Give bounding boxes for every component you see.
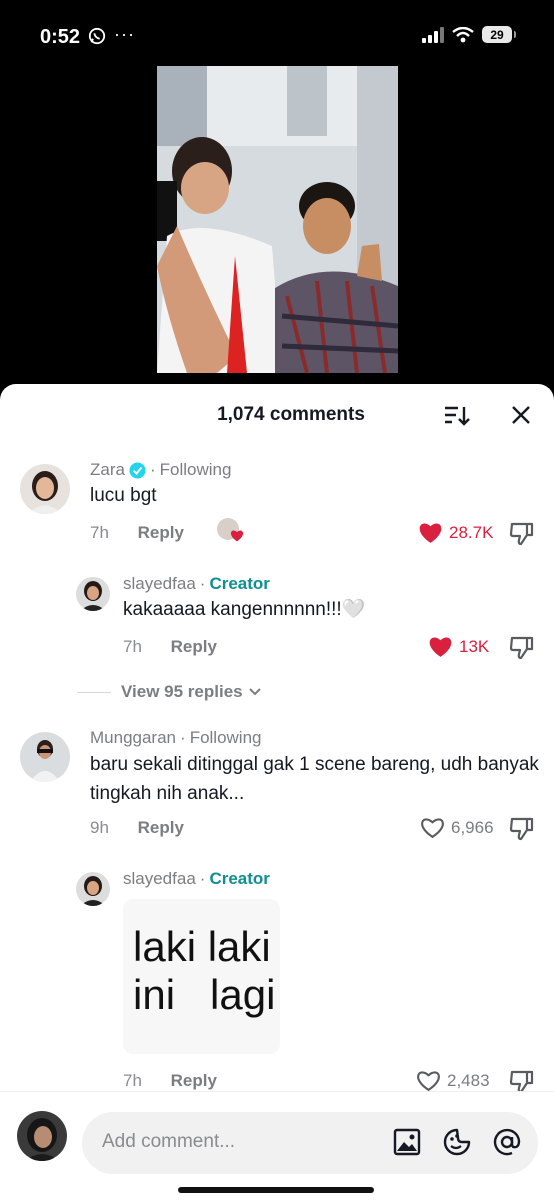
avatar-image — [17, 1111, 67, 1161]
home-indicator — [178, 1187, 374, 1193]
creator-liked-badge — [217, 518, 244, 542]
comment-text: kakaaaaa kangennnnnn!!!🤍 — [123, 599, 366, 620]
chevron-down-icon — [248, 688, 261, 696]
emoji-icon[interactable] — [442, 1127, 472, 1157]
comment-text: baru sekali ditinggal gak 1 scene bareng… — [90, 754, 539, 804]
input-actions — [392, 1127, 522, 1157]
heart-icon — [419, 523, 442, 543]
comment-author[interactable]: Zara — [90, 460, 125, 480]
battery-level: 29 — [490, 27, 504, 42]
creator-badge: Creator — [209, 869, 270, 888]
avatar-image — [20, 732, 70, 782]
reply-button[interactable]: Reply — [138, 523, 184, 542]
wifi-icon — [452, 26, 474, 42]
avatar-image — [76, 577, 110, 611]
avatar[interactable] — [76, 577, 110, 611]
dislike-icon[interactable] — [509, 817, 535, 841]
comment-author-row: Munggaran · Following — [90, 728, 262, 748]
image-icon[interactable] — [392, 1127, 422, 1157]
like-count: 2,483 — [447, 1070, 490, 1090]
view-replies-button[interactable]: View 95 replies — [77, 682, 262, 702]
status-time: 0:52 — [40, 26, 81, 48]
my-avatar[interactable] — [17, 1111, 67, 1161]
heart-outline-icon — [421, 818, 444, 839]
separator: · — [199, 574, 206, 593]
comment-input-placeholder: Add comment... — [102, 1131, 236, 1152]
following-label[interactable]: Following — [160, 460, 232, 480]
heart-outline-icon — [417, 1071, 440, 1092]
sort-icon[interactable] — [443, 404, 471, 428]
creator-badge: Creator — [209, 574, 270, 593]
sticker-image[interactable]: laki laki ini lagi — [123, 899, 280, 1054]
comment-author[interactable]: slayedfaa — [123, 869, 196, 889]
close-icon[interactable] — [510, 404, 532, 426]
comment-author[interactable]: slayedfaa — [123, 574, 196, 594]
dislike-icon[interactable] — [509, 636, 535, 660]
avatar[interactable] — [76, 872, 110, 906]
video-frame-image — [157, 66, 398, 373]
comment-meta: 9h Reply — [90, 818, 184, 838]
like-button[interactable]: 2,483 — [416, 1069, 490, 1092]
verified-icon — [129, 462, 146, 478]
like-button[interactable]: 28.7K — [418, 521, 493, 544]
comment-author-row: slayedfaa · Creator — [123, 869, 270, 889]
avatar[interactable] — [20, 732, 70, 782]
avatar[interactable] — [20, 464, 70, 514]
avatar-image — [76, 872, 110, 906]
comment-input-bar: Add comment... — [0, 1091, 554, 1174]
comment-author-row: slayedfaa · Creator — [123, 574, 270, 594]
sticker-text-line: laki laki — [133, 923, 271, 970]
view-replies-label: View 95 replies — [121, 682, 243, 701]
like-count: 28.7K — [449, 522, 494, 542]
separator: · — [180, 728, 186, 747]
comments-header: 1,074 comments — [0, 384, 554, 448]
avatar-image — [20, 464, 70, 514]
status-indicators: 29 — [422, 26, 516, 43]
reply-button[interactable]: Reply — [171, 1071, 217, 1090]
battery-icon: 29 — [482, 26, 516, 43]
status-bar: 0:52 ··· 29 — [0, 0, 554, 70]
dislike-icon[interactable] — [509, 522, 535, 546]
separator: · — [149, 460, 156, 479]
whatsapp-icon — [88, 27, 106, 45]
heart-icon — [230, 530, 244, 542]
reply-button[interactable]: Reply — [138, 818, 184, 837]
mention-icon[interactable] — [492, 1127, 522, 1157]
like-button[interactable]: 6,966 — [420, 816, 494, 839]
divider — [77, 691, 111, 693]
comment-meta: 7h Reply — [90, 523, 184, 543]
comment-author-row: Zara · Following — [90, 460, 231, 480]
comment-time: 7h — [90, 523, 109, 542]
heart-icon — [429, 637, 452, 657]
video-preview[interactable] — [157, 66, 398, 373]
comment-time: 7h — [123, 1071, 142, 1090]
separator: · — [199, 869, 206, 888]
comment-input[interactable]: Add comment... — [82, 1112, 538, 1174]
comment-meta: 7h Reply — [123, 1071, 217, 1091]
comment-text: lucu bgt — [90, 485, 157, 506]
status-more: ··· — [114, 24, 135, 44]
comment-author[interactable]: Munggaran — [90, 728, 176, 748]
comment-time: 7h — [123, 637, 142, 656]
comment-meta: 7h Reply — [123, 637, 217, 657]
like-count: 6,966 — [451, 817, 494, 837]
like-button[interactable]: 13K — [428, 635, 489, 658]
sticker-text-line: ini lagi — [133, 971, 276, 1018]
following-label[interactable]: Following — [190, 728, 262, 748]
signal-icon — [422, 26, 444, 43]
comment-time: 9h — [90, 818, 109, 837]
like-count: 13K — [459, 636, 490, 656]
reply-button[interactable]: Reply — [171, 637, 217, 656]
comments-sheet: 1,074 comments Zara · Following lucu bgt… — [0, 384, 554, 1200]
